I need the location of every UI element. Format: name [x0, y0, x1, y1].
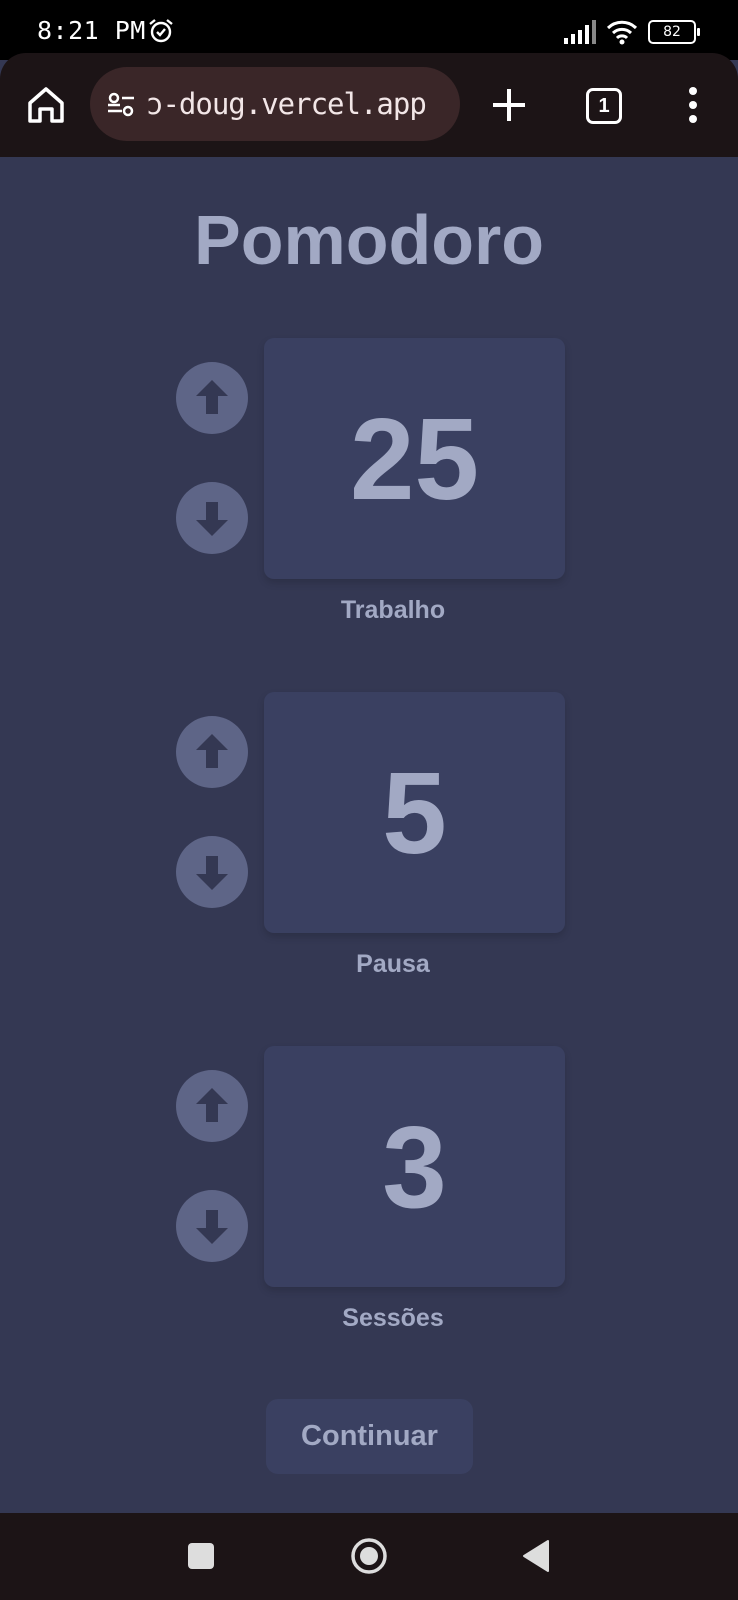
home-circle-icon[interactable]: [350, 1537, 388, 1575]
recents-icon[interactable]: [188, 1543, 214, 1569]
status-time: 8:21 PM: [37, 16, 146, 45]
alarm-icon: [149, 19, 173, 43]
timer-value: 25: [264, 338, 565, 579]
decrement-button[interactable]: [176, 836, 248, 908]
back-icon[interactable]: [522, 1539, 550, 1573]
more-vert-icon[interactable]: [678, 83, 708, 127]
url-text: ɔ-doug.vercel.app: [146, 87, 427, 121]
timer-group-trabalho: 25 Trabalho: [0, 338, 738, 638]
battery-icon: 82: [648, 20, 700, 44]
continue-button[interactable]: Continuar: [266, 1399, 473, 1474]
arrow-up-icon: [196, 380, 228, 414]
status-bar: 8:21 PM 82: [0, 0, 738, 60]
url-bar[interactable]: ɔ-doug.vercel.app: [90, 67, 460, 141]
timer-group-sessoes: 3 Sessões: [0, 1046, 738, 1346]
timer-label: Sessões: [342, 1304, 444, 1332]
increment-button[interactable]: [176, 716, 248, 788]
status-icons: 82: [562, 18, 700, 46]
decrement-button[interactable]: [176, 1190, 248, 1262]
signal-icon: [564, 20, 596, 44]
wifi-icon: [606, 20, 638, 45]
page-title: Pomodoro: [194, 201, 544, 279]
increment-button[interactable]: [176, 1070, 248, 1142]
home-icon[interactable]: [24, 83, 68, 127]
arrow-down-icon: [196, 856, 228, 890]
timer-value: 5: [264, 692, 565, 933]
increment-button[interactable]: [176, 362, 248, 434]
arrow-down-icon: [196, 1210, 228, 1244]
timer-value: 3: [264, 1046, 565, 1287]
timer-label: Trabalho: [340, 596, 446, 624]
arrow-up-icon: [196, 1088, 228, 1122]
decrement-button[interactable]: [176, 482, 248, 554]
timer-group-pausa: 5 Pausa: [0, 692, 738, 992]
site-settings-icon[interactable]: [106, 91, 136, 119]
plus-icon[interactable]: [488, 84, 530, 126]
timer-label: Pausa: [356, 950, 430, 978]
arrow-down-icon: [196, 502, 228, 536]
arrow-up-icon: [196, 734, 228, 768]
browser-toolbar: ɔ-doug.vercel.app 1: [0, 53, 738, 157]
system-nav-bar: [0, 1513, 738, 1600]
tab-switcher-icon[interactable]: 1: [586, 88, 622, 124]
